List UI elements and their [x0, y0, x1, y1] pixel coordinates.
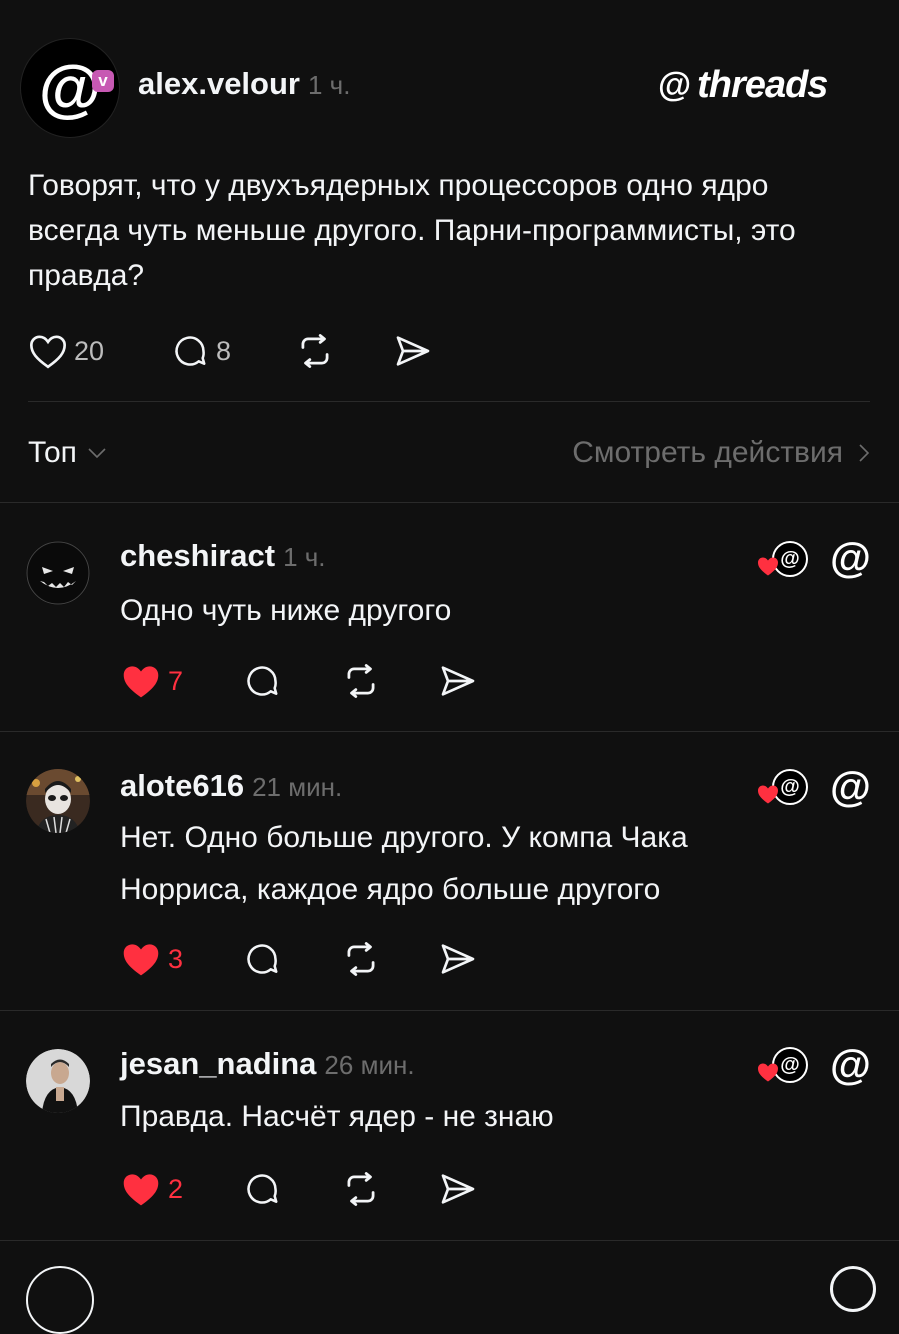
reply-avatar[interactable] [26, 541, 90, 605]
avatar-image [26, 541, 90, 605]
avatar-image [26, 769, 90, 833]
repost-icon [347, 942, 375, 976]
repost-icon [347, 664, 375, 698]
divider [0, 1240, 899, 1241]
threads-logo-icon: @ [658, 66, 692, 104]
like-button[interactable]: 3 [120, 940, 183, 978]
sort-label: Топ [28, 436, 77, 469]
heart-icon [758, 557, 778, 576]
repost-button[interactable] [340, 940, 382, 978]
divider [28, 401, 870, 402]
share-button[interactable] [438, 1170, 478, 1208]
comment-icon [247, 666, 278, 696]
author-liked-badge: @ [756, 541, 808, 577]
reply-username[interactable]: alote616 [120, 768, 244, 804]
threads-logo-icon[interactable]: @ [830, 1044, 871, 1086]
avatar-image [26, 1049, 90, 1113]
reply-text: Правда. Насчёт ядер - не знаю [120, 1100, 554, 1133]
reply-username[interactable]: jesan_nadina [120, 1046, 316, 1082]
brand-wordmark: threads [697, 64, 828, 106]
like-button[interactable]: 20 [28, 332, 104, 370]
share-button[interactable] [438, 940, 478, 978]
share-icon [441, 1174, 475, 1204]
like-count: 3 [168, 943, 184, 974]
reply-username[interactable]: cheshiract [120, 538, 275, 574]
heart-icon [123, 944, 159, 976]
heart-icon [123, 666, 159, 698]
threads-logo-icon[interactable] [830, 1266, 876, 1312]
comment-button[interactable] [242, 662, 282, 700]
like-button[interactable]: 7 [120, 662, 183, 700]
comment-count: 8 [216, 335, 232, 366]
reply-time: 21 мин. [252, 772, 343, 802]
like-count: 7 [168, 665, 184, 696]
reply-avatar[interactable] [26, 769, 90, 833]
comment-icon [175, 336, 206, 366]
share-button[interactable] [438, 662, 478, 700]
repost-button[interactable] [294, 332, 336, 370]
share-icon [441, 944, 475, 974]
divider [0, 1010, 899, 1011]
repost-icon [347, 1172, 375, 1206]
post-text: Говорят, что у двухъядерных процессоров … [28, 169, 796, 292]
threads-logo-icon[interactable]: @ [830, 766, 871, 808]
divider [0, 502, 899, 503]
comment-button[interactable]: 8 [170, 332, 231, 370]
author-liked-badge: @ [756, 1047, 808, 1083]
like-button[interactable]: 2 [120, 1170, 183, 1208]
heart-icon [29, 335, 67, 369]
share-icon [441, 666, 475, 696]
comment-icon [247, 1174, 278, 1204]
reply-avatar-partial[interactable] [26, 1266, 94, 1334]
reply-text-line: Норриса, каждое ядро больше другого [120, 873, 661, 906]
repost-button[interactable] [340, 662, 382, 700]
comment-button[interactable] [242, 1170, 282, 1208]
author-username[interactable]: alex.velour [138, 66, 300, 102]
reply-text: Одно чуть ниже другого [120, 594, 452, 627]
heart-icon [123, 1174, 159, 1206]
heart-icon [758, 785, 778, 804]
share-icon [396, 336, 430, 366]
repost-icon [301, 334, 329, 368]
reply-time: 1 ч. [283, 542, 326, 572]
like-count: 20 [74, 335, 105, 366]
repost-button[interactable] [340, 1170, 382, 1208]
divider [0, 731, 899, 732]
verified-badge: v [92, 70, 114, 92]
like-count: 2 [168, 1173, 184, 1204]
comment-icon [247, 944, 278, 974]
chevron-down-icon [88, 448, 106, 459]
chevron-right-icon [859, 444, 870, 462]
sort-dropdown[interactable]: Топ [28, 436, 107, 470]
see-actions-label: Смотреть действия [572, 436, 843, 469]
see-actions-link[interactable]: Смотреть действия [572, 436, 871, 470]
reply-time: 26 мин. [324, 1050, 415, 1080]
author-liked-badge: @ [756, 769, 808, 805]
reply-text-line: Нет. Одно больше другого. У компа Чака [120, 821, 688, 854]
reply-avatar[interactable] [26, 1049, 90, 1113]
threads-brand: @ threads [658, 64, 828, 107]
post-time: 1 ч. [307, 70, 351, 100]
comment-button[interactable] [242, 940, 282, 978]
share-button[interactable] [393, 332, 433, 370]
threads-logo-icon[interactable]: @ [830, 537, 871, 579]
heart-icon [758, 1063, 778, 1082]
